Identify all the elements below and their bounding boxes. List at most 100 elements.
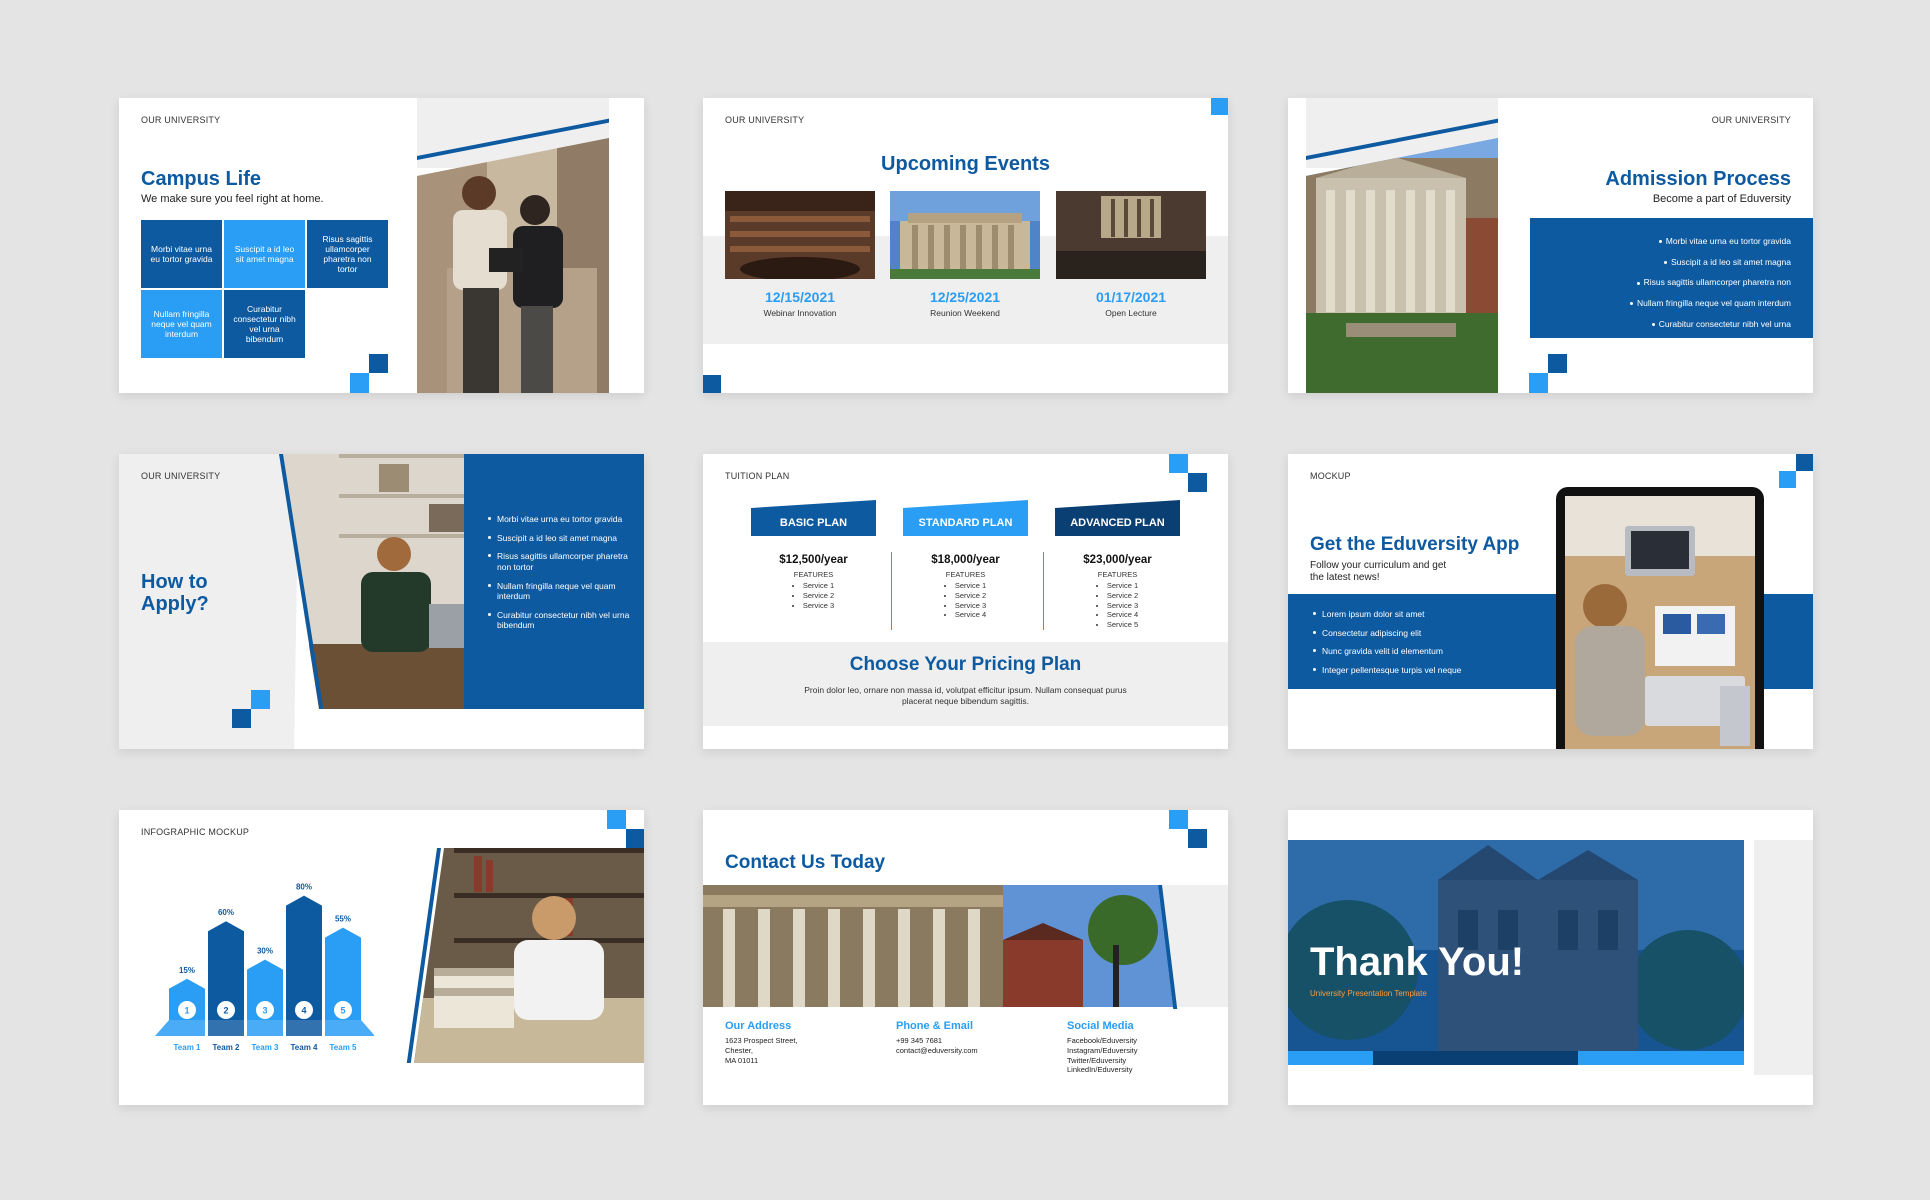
bullet-item: Risus sagittis ullamcorper pharetra non … [488,551,630,572]
decor-square [1796,454,1813,471]
decor-square [1188,829,1207,848]
address-line: 1623 Prospect Street, [725,1036,798,1045]
decor-square [1548,354,1567,373]
decor-square [1529,373,1548,393]
plan-price: $23,000/year [1083,554,1152,566]
service-item: Service 2 [1107,591,1138,601]
thank-you-title: Thank You! [1310,940,1525,984]
service-item: Service 2 [803,591,834,601]
subtitle-line-2: the latest news! [1310,572,1380,583]
features-label: FEATURES [793,570,834,579]
slide-label: OUR UNIVERSITY [1711,115,1791,125]
slide-title: Get the Eduversity App [1310,534,1520,555]
slide-subtitle: Become a part of Eduversity [1652,193,1791,205]
social-link: Twitter/Eduversity [1067,1055,1127,1065]
slide-upcoming-events[interactable]: OUR UNIVERSITY Upcoming Events 12/15/202… [703,98,1228,393]
event-date: 01/17/2021 [1095,289,1167,305]
feature-cell: Suscipit a id leo sit amet magna [224,220,305,288]
slide-infographic[interactable]: INFOGRAPHIC MOCKUP 1 15% Team 1 2 60% Team 2 3… [119,810,644,1105]
bullet-item: Morbi vitae urna eu tortor gravida [488,514,630,525]
bar-number: 1 [184,1006,189,1016]
team-label: Team 2 [213,1043,241,1052]
plan-tab-basic[interactable]: BASIC PLAN [751,500,876,536]
event-date: 12/25/2021 [929,289,1001,305]
slide-label: OUR UNIVERSITY [141,471,221,481]
phone-text[interactable]: +99 345 7681 contact@eduversity.com [896,1036,978,1056]
bars-svg: 1 15% Team 1 2 60% Team 2 3 30% Team 3 4 80% Team 4… [155,883,374,1052]
slide-subtitle: We make sure you feel right at home. [141,193,324,205]
decor-panel [1754,840,1813,1075]
plan-divider [891,552,892,630]
bar-number: 3 [262,1006,267,1016]
pricing-body: Proin dolor leo, ornare non massa id, vo… [804,685,1127,707]
service-item: Service 3 [1107,601,1138,611]
event-date: 12/15/2021 [764,289,836,305]
decor-square [607,810,626,829]
address-text: 1623 Prospect Street, Chester, MA 01011 [725,1036,798,1065]
slide-thank-you[interactable]: Thank You! University Presentation Templ… [1288,810,1813,1105]
service-item: Service 5 [1107,620,1138,630]
student-study-photo [279,454,484,709]
bar-number: 4 [301,1006,306,1016]
decor-square [1779,471,1796,488]
service-item: Service 1 [955,581,986,591]
slide-how-to-apply[interactable]: OUR UNIVERSITY How to Apply? Morbi vitae… [119,454,644,749]
bar-number: 2 [223,1006,228,1016]
service-item: Service 3 [955,601,986,611]
bar-base-3 [247,1020,283,1036]
event-photo-library [725,191,875,279]
service-item: Service 4 [955,610,986,620]
bullet-item: Suscipit a id leo sit amet magna [488,533,630,544]
event-name: Reunion Weekend [930,308,1000,318]
slide-label: OUR UNIVERSITY [725,115,805,125]
event-name: Webinar Innovation [763,308,837,318]
bullet-item: Suscipit a id leo sit amet magna [1540,257,1791,268]
feature-cell: Nullam fringilla neque vel quam interdum [141,290,222,358]
plan-basic: $12,500/year FEATURES Service 1Service 2… [751,554,876,613]
service-item: Service 3 [803,601,834,611]
title-line-2: Apply? [141,593,209,615]
pricing-heading: Choose Your Pricing Plan [849,654,1082,675]
slide-label: MOCKUP [1310,471,1351,481]
bar-base-1 [155,1020,205,1036]
decor-square [703,375,721,393]
plan-price: $18,000/year [931,554,1000,566]
social-text[interactable]: Facebook/Eduversity Instagram/Eduversity T… [1067,1036,1137,1075]
service-item: Service 4 [1107,610,1138,620]
features-label: FEATURES [945,570,986,579]
slide-label: OUR UNIVERSITY [141,115,221,125]
slide-label: TUITION PLAN [725,471,790,481]
bottom-bar-accent [1288,1051,1373,1065]
email-link: contact@eduversity.com [896,1045,978,1055]
campus-contact-photo [703,885,1173,1007]
address-line: MA 01011 [725,1055,759,1065]
slide-campus-life[interactable]: OUR UNIVERSITY Campus Life We make sure … [119,98,644,393]
bar-percent: 30% [257,947,273,956]
plan-tab-advanced[interactable]: ADVANCED PLAN [1055,500,1180,536]
bullet-item: Curabitur consectetur nibh vel urna [1540,319,1791,330]
plan-tab-standard[interactable]: STANDARD PLAN [903,500,1028,536]
bar-percent: 60% [218,908,234,917]
slide-tuition-plan[interactable]: TUITION PLAN BASIC PLAN STANDARD PLAN AD… [703,454,1228,749]
slide-admission-process[interactable]: OUR UNIVERSITY Admission Process Become … [1288,98,1813,393]
slide-title: Upcoming Events [881,153,1050,175]
bullet-item: Risus sagittis ullamcorper pharetra non [1540,277,1791,288]
decor-square [1188,473,1207,492]
features-label: FEATURES [1097,570,1138,579]
bullet-item: Curabitur consectetur nibh vel urna bibe… [488,610,630,631]
slide-contact[interactable]: Contact Us Today Our Address 1623 Prospe… [703,810,1228,1105]
bar-base-2 [208,1020,244,1036]
app-screen-photo [1565,496,1755,749]
plan-divider [1043,552,1044,630]
team-label: Team 3 [252,1043,280,1052]
bar-percent: 15% [179,966,195,975]
phone-heading: Phone & Email [896,1020,974,1032]
plan-price: $12,500/year [779,554,848,566]
address-line: Chester, [725,1045,753,1055]
slide-app-mockup[interactable]: MOCKUP Get the Eduversity App Follow you… [1288,454,1813,749]
title-line-1: How to [141,571,208,593]
feature-cell: Curabitur consectetur nibh vel urna bibe… [224,290,305,358]
bar-percent: 55% [335,915,351,924]
bottom-bar-accent [1578,1051,1744,1065]
decor-square [251,690,270,709]
